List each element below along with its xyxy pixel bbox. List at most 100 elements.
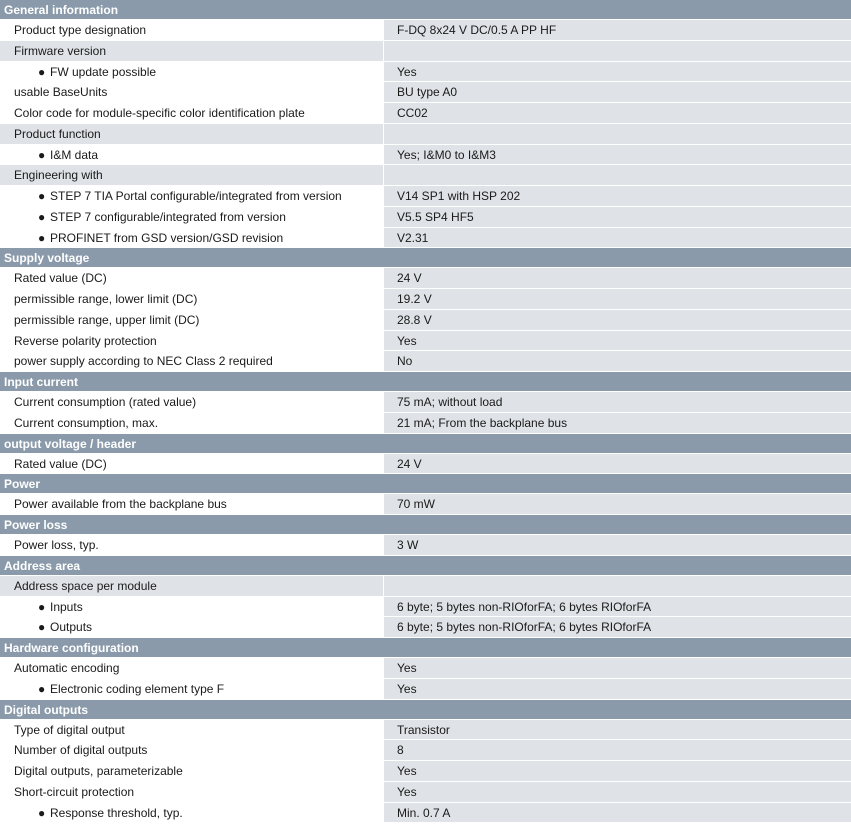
table-row: ● Outputs 6 byte; 5 bytes non-RIOforFA; 6 …: [0, 617, 851, 638]
row-label: Rated value (DC): [14, 456, 107, 471]
section-header: Input current: [0, 372, 851, 392]
bullet-icon: ●: [38, 209, 46, 224]
row-value: 24 V: [383, 268, 851, 288]
table-row: permissible range, lower limit (DC) 19.2 …: [0, 289, 851, 310]
section-header: Hardware configuration: [0, 638, 851, 658]
row-value: V5.5 SP4 HF5: [383, 206, 851, 227]
row-label-cell: Product type designation: [0, 20, 383, 40]
table-row: Number of digital outputs 8: [0, 740, 851, 761]
row-value: 21 mA; From the backplane bus: [383, 412, 851, 433]
row-label: Short-circuit protection: [14, 784, 135, 799]
row-label: Color code for module-specific color ide…: [14, 106, 305, 120]
table-row: Firmware version: [0, 40, 851, 62]
row-label: Type of digital output: [14, 722, 125, 737]
row-label-cell: Reverse polarity protection: [0, 331, 383, 351]
row-label-cell: Automatic encoding: [0, 658, 383, 678]
row-label: Power available from the backplane bus: [14, 497, 227, 512]
row-label-cell: ● Outputs: [0, 617, 383, 637]
row-label-cell: Current consumption, max.: [0, 413, 383, 433]
row-label: Power loss, typ.: [14, 538, 99, 552]
row-label-cell: Color code for module-specific color ide…: [0, 103, 383, 123]
row-value: V14 SP1 with HSP 202: [383, 186, 851, 206]
table-row: Digital outputs, parameterizable Yes: [0, 761, 851, 782]
row-value: 6 byte; 5 bytes non-RIOforFA; 6 bytes RI…: [383, 617, 851, 637]
row-label: Number of digital outputs: [14, 743, 148, 758]
row-label: Engineering with: [14, 168, 103, 183]
table-row: Address space per module: [0, 575, 851, 597]
table-row: Color code for module-specific color ide…: [0, 103, 851, 124]
bullet-icon: ●: [38, 230, 46, 245]
row-label: Firmware version: [14, 43, 107, 58]
row-label-cell: Rated value (DC): [0, 268, 383, 288]
row-label: usable BaseUnits: [14, 85, 108, 100]
row-value: 6 byte; 5 bytes non-RIOforFA; 6 bytes RI…: [383, 596, 851, 617]
row-value: 24 V: [383, 453, 851, 474]
row-label-cell: Short-circuit protection: [0, 782, 383, 802]
row-value: 28.8 V: [383, 309, 851, 330]
table-row: ● STEP 7 configurable/integrated from ver…: [0, 206, 851, 228]
row-value: 8: [383, 740, 851, 760]
row-label-cell: Product function: [0, 123, 383, 144]
section-header: Address area: [0, 555, 851, 576]
row-label-cell: ● Response threshold, typ.: [0, 803, 383, 823]
row-value: [383, 123, 851, 144]
row-value: Yes: [383, 61, 851, 82]
row-value: No: [383, 351, 851, 371]
row-label-cell: Engineering with: [0, 165, 383, 185]
row-label-cell: Address space per module: [0, 575, 383, 596]
section-header: Power loss: [0, 515, 851, 535]
section-header: Digital outputs: [0, 699, 851, 720]
row-label: Digital outputs, parameterizable: [14, 764, 183, 778]
row-label-cell: ● I&M data: [0, 145, 383, 165]
bullet-icon: ●: [38, 599, 46, 614]
row-value: CC02: [383, 103, 851, 123]
row-value: [383, 165, 851, 185]
row-label: Electronic coding element type F: [50, 681, 225, 696]
row-value: BU type A0: [383, 82, 851, 102]
section-header: Power: [0, 474, 851, 495]
table-row: Power available from the backplane bus 70…: [0, 494, 851, 515]
table-row: Product function: [0, 123, 851, 145]
table-row: Engineering with: [0, 165, 851, 186]
row-label: power supply according to NEC Class 2 re…: [14, 354, 273, 369]
row-label-cell: Type of digital output: [0, 720, 383, 740]
row-value: Yes: [383, 330, 851, 351]
section-header: output voltage / header: [0, 433, 851, 454]
table-row: ● I&M data Yes; I&M0 to I&M3: [0, 144, 851, 166]
row-value: [383, 575, 851, 596]
bullet-icon: ●: [38, 805, 46, 820]
bullet-icon: ●: [38, 620, 46, 635]
row-value: Yes: [383, 781, 851, 802]
table-row: usable BaseUnits BU type A0: [0, 82, 851, 103]
row-label: Rated value (DC): [14, 271, 107, 286]
row-value: Yes: [383, 678, 851, 699]
row-label: Current consumption, max.: [14, 415, 159, 430]
row-value: V2.31: [383, 227, 851, 248]
row-label: Automatic encoding: [14, 661, 120, 675]
row-label-cell: Power available from the backplane bus: [0, 494, 383, 514]
row-label-cell: power supply according to NEC Class 2 re…: [0, 351, 383, 371]
row-label: PROFINET from GSD version/GSD revision: [50, 230, 284, 245]
row-value: Min. 0.7 A: [383, 802, 851, 823]
table-row: Product type designation F-DQ 8x24 V DC/0…: [0, 20, 851, 41]
table-row: Rated value (DC) 24 V: [0, 268, 851, 289]
table-row: Rated value (DC) 24 V: [0, 453, 851, 475]
row-label-cell: permissible range, lower limit (DC): [0, 289, 383, 309]
row-value: 3 W: [383, 535, 851, 555]
row-label: Outputs: [50, 620, 93, 635]
row-label-cell: permissible range, upper limit (DC): [0, 310, 383, 330]
table-row: Power loss, typ. 3 W: [0, 535, 851, 556]
row-value: F-DQ 8x24 V DC/0.5 A PP HF: [383, 20, 851, 40]
table-row: Automatic encoding Yes: [0, 658, 851, 679]
table-row: ● FW update possible Yes: [0, 61, 851, 83]
table-row: power supply according to NEC Class 2 re…: [0, 351, 851, 372]
table-row: ● Inputs 6 byte; 5 bytes non-RIOforFA; 6 b…: [0, 596, 851, 618]
row-label-cell: ● PROFINET from GSD version/GSD revision: [0, 228, 383, 248]
row-label-cell: ● STEP 7 TIA Portal configurable/integrat…: [0, 186, 383, 206]
table-row: permissible range, upper limit (DC) 28.8 …: [0, 309, 851, 331]
row-value: 19.2 V: [383, 289, 851, 309]
table-row: Current consumption (rated value) 75 mA; …: [0, 392, 851, 413]
row-label: permissible range, upper limit (DC): [14, 312, 200, 327]
row-label-cell: Firmware version: [0, 40, 383, 61]
row-label: STEP 7 TIA Portal configurable/integrate…: [50, 189, 342, 203]
